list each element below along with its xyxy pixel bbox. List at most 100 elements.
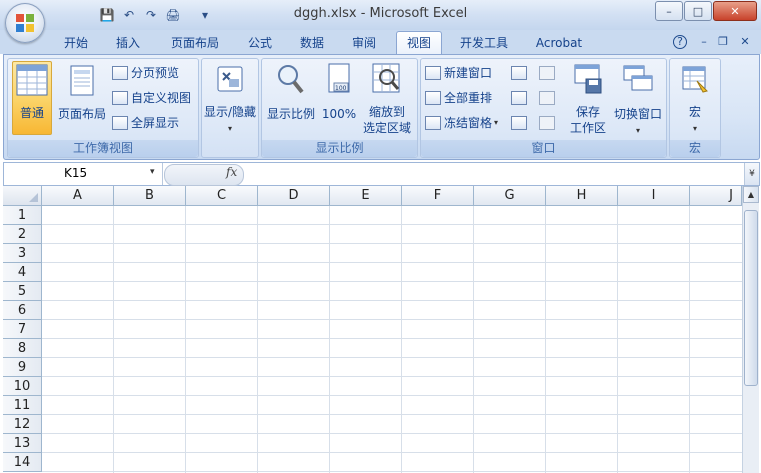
page-layout-label: 页面布局: [57, 107, 106, 121]
tab-insert[interactable]: 插入: [108, 33, 148, 54]
freeze-panes-button[interactable]: 冻结窗格 ▾: [425, 113, 498, 133]
save-workspace-button[interactable]: 保存 工作区: [565, 61, 611, 136]
switch-windows-label: 切换窗口: [613, 107, 662, 121]
group-label-macros: 宏: [670, 140, 720, 157]
grid-line: [42, 338, 742, 339]
formula-bar-expand-icon[interactable]: ¥: [744, 163, 759, 185]
row-header[interactable]: 5: [3, 282, 42, 301]
maximize-button[interactable]: □: [684, 1, 712, 21]
column-header[interactable]: C: [186, 186, 258, 206]
tab-home[interactable]: 开始: [56, 33, 96, 54]
zoom-100-button[interactable]: 100 100%: [320, 61, 358, 122]
full-screen-button[interactable]: 全屏显示: [112, 113, 179, 133]
save-workspace-icon: [574, 64, 602, 94]
show-hide-dropdown-icon: ▾: [227, 124, 232, 133]
formula-input[interactable]: [244, 166, 743, 182]
column-header[interactable]: H: [546, 186, 618, 206]
tab-page-layout[interactable]: 页面布局: [162, 33, 228, 54]
row-header[interactable]: 9: [3, 358, 42, 377]
row-header[interactable]: 14: [3, 453, 42, 472]
show-hide-icon: [217, 66, 243, 92]
tab-data[interactable]: 数据: [292, 33, 332, 54]
split-button[interactable]: [511, 63, 530, 83]
zoom-label: 显示比例: [266, 107, 315, 121]
page-break-preview-button[interactable]: 分页预览: [112, 63, 179, 83]
tab-review[interactable]: 审阅: [344, 33, 384, 54]
group-zoom: 显示比例 100 100% 缩放到 选定区域 显示比例: [261, 58, 418, 158]
sync-scrolling-icon: [539, 91, 555, 105]
column-header[interactable]: E: [330, 186, 402, 206]
unhide-window-button[interactable]: [511, 113, 530, 133]
ribbon-restore-icon[interactable]: ❐: [716, 35, 730, 49]
column-header[interactable]: J: [690, 186, 742, 206]
select-all-triangle-icon: [29, 193, 38, 202]
tab-view[interactable]: 视图: [396, 31, 442, 55]
zoom-button[interactable]: 显示比例: [264, 61, 318, 122]
switch-windows-icon: [623, 65, 653, 91]
switch-windows-button[interactable]: 切换窗口 ▾: [613, 61, 663, 136]
row-header[interactable]: 7: [3, 320, 42, 339]
column-header[interactable]: I: [618, 186, 690, 206]
arrange-all-button[interactable]: 全部重排: [425, 88, 492, 108]
zoom-to-selection-line2: 选定区域: [362, 121, 411, 135]
custom-views-icon: [112, 91, 128, 105]
ribbon-close-icon[interactable]: ✕: [738, 35, 752, 49]
tab-developer[interactable]: 开发工具: [452, 33, 516, 54]
row-header[interactable]: 2: [3, 225, 42, 244]
group-show-hide: 显示/隐藏 ▾: [201, 58, 259, 158]
excel-window: 💾 ↶ ↷ 🖨 ▾ dggh.xlsx - Microsoft Excel – …: [0, 0, 761, 473]
group-label-window: 窗口: [421, 140, 666, 157]
show-hide-button[interactable]: 显示/隐藏 ▾: [204, 61, 256, 134]
sync-scrolling-button[interactable]: [539, 88, 558, 108]
row-header[interactable]: 1: [3, 206, 42, 225]
page-layout-view-button[interactable]: 页面布局: [56, 61, 108, 122]
column-header[interactable]: G: [474, 186, 546, 206]
insert-function-icon[interactable]: fx: [226, 165, 237, 179]
row-header[interactable]: 4: [3, 263, 42, 282]
grid-line: [42, 357, 742, 358]
column-header[interactable]: D: [258, 186, 330, 206]
row-header[interactable]: 13: [3, 434, 42, 453]
zoom-to-selection-button[interactable]: 缩放到 选定区域: [360, 61, 414, 136]
formula-bar: K15 ▾ fx ¥: [3, 162, 760, 186]
column-header[interactable]: B: [114, 186, 186, 206]
grid-line: [42, 281, 742, 282]
row-header[interactable]: 8: [3, 339, 42, 358]
window-title: dggh.xlsx - Microsoft Excel: [293, 6, 468, 21]
vertical-scrollbar[interactable]: ▲: [742, 186, 759, 473]
view-side-by-side-button[interactable]: [539, 63, 558, 83]
select-all-button[interactable]: [3, 186, 42, 206]
reset-window-position-button[interactable]: [539, 113, 558, 133]
column-header[interactable]: F: [402, 186, 474, 206]
ribbon-minimize-icon[interactable]: –: [697, 35, 711, 49]
reset-window-position-icon: [539, 116, 555, 130]
tab-acrobat[interactable]: Acrobat: [528, 33, 590, 54]
column-header[interactable]: A: [42, 186, 114, 206]
name-box-dropdown-icon[interactable]: ▾: [150, 167, 155, 177]
row-header[interactable]: 6: [3, 301, 42, 320]
full-screen-icon: [112, 116, 128, 130]
help-icon[interactable]: ?: [673, 35, 687, 49]
row-header[interactable]: 10: [3, 377, 42, 396]
scroll-thumb[interactable]: [744, 210, 758, 386]
new-window-button[interactable]: 新建窗口: [425, 63, 492, 83]
macros-button[interactable]: 宏 ▾: [672, 61, 718, 134]
close-button[interactable]: ✕: [713, 1, 757, 21]
freeze-panes-label: 冻结窗格: [444, 116, 493, 130]
normal-view-button[interactable]: 普通: [12, 61, 52, 135]
tab-formulas[interactable]: 公式: [240, 33, 280, 54]
scroll-up-icon[interactable]: ▲: [743, 186, 759, 203]
minimize-button[interactable]: –: [655, 1, 683, 21]
custom-views-button[interactable]: 自定义视图: [112, 88, 191, 108]
worksheet-grid[interactable]: A B C D E F G H I J 1 2 3 4 5 6 7 8 9 10…: [3, 186, 742, 473]
office-button[interactable]: [5, 3, 45, 43]
zoom-to-selection-icon: [372, 63, 400, 93]
row-header[interactable]: 12: [3, 415, 42, 434]
row-header[interactable]: 3: [3, 244, 42, 263]
freeze-panes-dropdown-icon: ▾: [494, 118, 499, 127]
name-box[interactable]: K15 ▾: [4, 163, 163, 185]
new-window-icon: [425, 66, 441, 80]
row-header[interactable]: 11: [3, 396, 42, 415]
grid-line: [42, 395, 742, 396]
hide-window-button[interactable]: [511, 88, 530, 108]
